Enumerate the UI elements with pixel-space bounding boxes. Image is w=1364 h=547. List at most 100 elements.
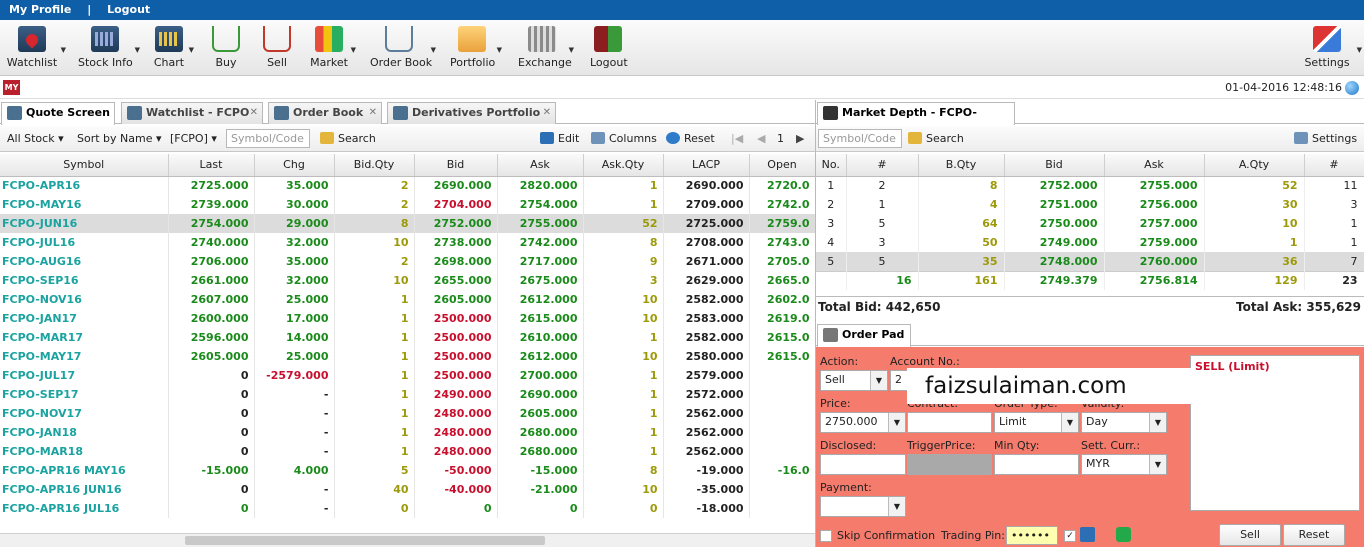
reset-order-button[interactable]: Reset	[1283, 524, 1345, 546]
skip-confirmation-checkbox[interactable]	[820, 530, 832, 542]
min-qty-input[interactable]	[994, 454, 1079, 475]
reset-button[interactable]: Reset	[666, 132, 715, 145]
table-row[interactable]: FCPO-MAY17 2605.000 25.000 1 2500.000 2612.00…	[0, 347, 816, 366]
logout-toolbar-button[interactable]: Logout	[590, 24, 628, 74]
total-ask: Total Ask: 355,629	[1235, 300, 1361, 314]
cell-ask: 2680.000	[497, 442, 584, 461]
tab-watchlist-fcpo[interactable]: Watchlist - FCPO ✕	[121, 102, 263, 124]
left-tab-strip: Quote Screen Watchlist - FCPO ✕ Order Boo…	[0, 100, 815, 125]
column-header[interactable]: Bid	[414, 154, 498, 177]
cell-open	[749, 366, 816, 385]
tab-derivatives-portfolio[interactable]: Derivatives Portfolio ✕	[387, 102, 556, 124]
next-page-icon[interactable]: ▶	[796, 132, 804, 145]
chevron-down-icon[interactable]: ▼	[1357, 46, 1362, 54]
table-row[interactable]: FCPO-JUN16 2754.000 29.000 8 2752.000 2755.00…	[0, 214, 816, 233]
action-select[interactable]: Sell ▼	[820, 370, 888, 391]
market-button[interactable]: Market ▼	[310, 24, 356, 74]
depth-cell: 3	[1304, 195, 1364, 214]
tab-order-book[interactable]: Order Book ✕	[268, 102, 382, 124]
chevron-down-icon[interactable]: ▼	[189, 46, 194, 54]
sett-curr-select[interactable]: MYR ▼	[1081, 454, 1167, 475]
order-type-select[interactable]: Limit ▼	[994, 412, 1079, 433]
chevron-down-icon[interactable]: ▼	[569, 46, 574, 54]
column-header[interactable]: Open	[749, 154, 816, 177]
column-header[interactable]: Ask	[497, 154, 584, 177]
table-row[interactable]: FCPO-NOV17 0-1 2480.000 2605.000 1 2562.000	[0, 404, 816, 423]
refresh-icon[interactable]	[1116, 527, 1131, 542]
edit-button[interactable]: Edit	[540, 132, 579, 145]
table-row[interactable]: FCPO-MAY16 2739.000 30.000 2 2704.000 2754.00…	[0, 195, 816, 214]
column-header[interactable]: Bid.Qty	[334, 154, 415, 177]
chevron-down-icon[interactable]: ▼	[135, 46, 140, 54]
close-icon[interactable]: ✕	[543, 103, 551, 123]
cell-chg: 17.000	[254, 309, 335, 328]
search-button[interactable]: Search	[320, 132, 376, 145]
price-input[interactable]: 2750.000 ▼	[820, 412, 906, 433]
close-icon[interactable]: ✕	[250, 103, 258, 123]
table-row[interactable]: FCPO-NOV16 2607.000 25.000 1 2605.000 2612.00…	[0, 290, 816, 309]
table-row[interactable]: FCPO-MAR17 2596.000 14.000 1 2500.000 2610.00…	[0, 328, 816, 347]
disclosed-input[interactable]	[820, 454, 906, 475]
table-row[interactable]: FCPO-SEP16 2661.000 32.000 10 2655.000 2675.0…	[0, 271, 816, 290]
table-row[interactable]: FCPO-JAN18 0-1 2480.000 2680.000 1 2562.000	[0, 423, 816, 442]
prev-page-icon[interactable]: ◀	[757, 132, 765, 145]
table-row[interactable]: FCPO-JUL16 2740.000 32.000 10 2738.000 2742.0…	[0, 233, 816, 252]
first-page-icon[interactable]: |◀	[731, 132, 743, 145]
tab-quote-screen[interactable]: Quote Screen	[1, 102, 115, 125]
validity-select[interactable]: Day ▼	[1081, 412, 1167, 433]
table-row[interactable]: FCPO-APR16 2725.000 35.000 2 2690.000 2820.00…	[0, 176, 816, 195]
horizontal-scrollbar[interactable]	[0, 533, 815, 547]
depth-search-button[interactable]: Search	[908, 132, 964, 145]
table-row[interactable]: FCPO-MAR18 0-1 2480.000 2680.000 1 2562.000	[0, 442, 816, 461]
chevron-down-icon[interactable]: ▼	[351, 46, 356, 54]
remember-pin-checkbox[interactable]: ✓	[1064, 530, 1076, 542]
column-header[interactable]: Ask.Qty	[583, 154, 664, 177]
column-header[interactable]: Chg	[254, 154, 335, 177]
depth-settings-button[interactable]: Settings	[1294, 132, 1357, 145]
sell-button[interactable]: Sell	[263, 24, 291, 74]
portfolio-button[interactable]: Portfolio ▼	[450, 24, 502, 74]
depth-symbol-input[interactable]: Symbol/Code	[818, 129, 902, 148]
trading-pin-input[interactable]: ••••••	[1006, 526, 1058, 545]
cell-askqty: 1	[583, 366, 664, 385]
table-row[interactable]: FCPO-JAN17 2600.000 17.000 1 2500.000 2615.00…	[0, 309, 816, 328]
contract-input[interactable]	[907, 412, 992, 433]
payment-select[interactable]: ▼	[820, 496, 906, 517]
table-row[interactable]: FCPO-SEP17 0-1 2490.000 2690.000 1 2572.000	[0, 385, 816, 404]
close-icon[interactable]: ✕	[369, 103, 377, 123]
table-row[interactable]: FCPO-AUG16 2706.000 35.000 2 2698.000 2717.00…	[0, 252, 816, 271]
sort-dropdown[interactable]: Sort by Name ▾	[77, 132, 162, 145]
column-header[interactable]: Symbol	[0, 154, 169, 177]
chevron-down-icon[interactable]: ▼	[61, 46, 66, 54]
table-row[interactable]: FCPO-APR16 MAY16 -15.000 4.000 5 -50.000 -15.…	[0, 461, 816, 480]
column-header[interactable]: LACP	[663, 154, 750, 177]
table-row[interactable]: FCPO-JUL17 0 -2579.000 1 2500.000 2700.000 1 25…	[0, 366, 816, 385]
symbol-search-input[interactable]: Symbol/Code	[226, 129, 310, 148]
chevron-down-icon[interactable]: ▼	[497, 46, 502, 54]
save-icon[interactable]	[1080, 527, 1095, 542]
chart-button[interactable]: Chart ▼	[152, 24, 194, 74]
tab-market-depth[interactable]: Market Depth - FCPO-JUN16	[817, 102, 1015, 139]
watchlist-button[interactable]: Watchlist ▼	[6, 24, 66, 74]
trigger-price-input	[907, 454, 992, 475]
logout-link[interactable]: Logout	[107, 0, 150, 20]
order-book-button[interactable]: Order Book ▼	[370, 24, 436, 74]
globe-icon[interactable]	[1345, 81, 1359, 95]
stock-info-button[interactable]: Stock Info ▼	[78, 24, 140, 74]
settings-toolbar-button[interactable]: Settings ▼	[1304, 24, 1362, 74]
chevron-down-icon[interactable]: ▼	[431, 46, 436, 54]
all-stock-dropdown[interactable]: All Stock ▾	[7, 132, 64, 145]
sell-submit-button[interactable]: Sell	[1219, 524, 1281, 546]
columns-button[interactable]: Columns	[591, 132, 657, 145]
buy-button[interactable]: Buy	[212, 24, 240, 74]
table-row[interactable]: FCPO-APR16 JUN16 0-40 -40.000 -21.000 10 -35.…	[0, 480, 816, 499]
scrollbar-thumb[interactable]	[185, 536, 545, 545]
column-header[interactable]: Last	[168, 154, 255, 177]
my-profile-link[interactable]: My Profile	[9, 0, 71, 20]
tab-order-pad[interactable]: Order Pad	[817, 324, 911, 347]
cell-symbol: FCPO-NOV16	[0, 290, 169, 309]
exchange-button[interactable]: Exchange ▼	[518, 24, 574, 74]
logout-door-icon	[594, 26, 622, 52]
table-row[interactable]: FCPO-APR16 JUL16 0-0 0 0 0 -18.000	[0, 499, 816, 518]
market-dropdown[interactable]: [FCPO] ▾	[170, 132, 217, 145]
